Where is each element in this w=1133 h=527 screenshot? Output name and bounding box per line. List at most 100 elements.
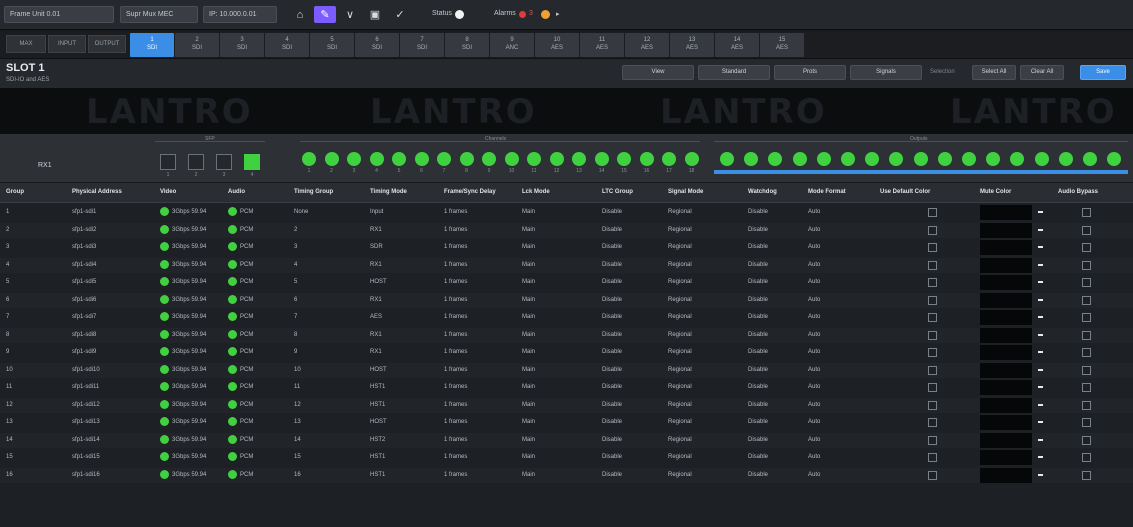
- table-row[interactable]: 11 sfp1-sdi11 3Gbps 59.94 PCM 11 HST1 1 frames…: [0, 380, 1133, 395]
- table-row[interactable]: 7 sfp1-sdi7 3Gbps 59.94 PCM 7 AES 1 frames Main…: [0, 310, 1133, 325]
- input-tab[interactable]: 8 SDI: [445, 33, 489, 57]
- use-default-color-checkbox[interactable]: [928, 435, 937, 445]
- mute-color-dropdown-icon[interactable]: [1038, 281, 1043, 283]
- mute-color-dropdown-icon[interactable]: [1038, 351, 1043, 353]
- input-tab[interactable]: 1 SDI: [130, 33, 174, 57]
- input-tab[interactable]: 6 SDI: [355, 33, 399, 57]
- column-header[interactable]: LTC Group: [602, 189, 633, 195]
- column-header[interactable]: Use Default Color: [880, 189, 930, 195]
- channel-status-indicator[interactable]: [414, 152, 429, 166]
- use-default-color-checkbox[interactable]: [928, 208, 937, 217]
- table-row[interactable]: 6 sfp1-sdi6 3Gbps 59.94 PCM 6 RX1 1 frames Main…: [0, 292, 1133, 308]
- wrench-icon[interactable]: ✓: [389, 6, 411, 23]
- view-button[interactable]: View: [622, 65, 694, 80]
- audio-bypass-checkbox[interactable]: [1082, 470, 1091, 480]
- ip-address-field[interactable]: IP: 10.000.0.01: [203, 6, 277, 23]
- max-button[interactable]: MAX: [6, 35, 46, 53]
- mute-color-swatch[interactable]: [980, 345, 1032, 360]
- table-row[interactable]: 9 sfp1-sdi9 3Gbps 59.94 PCM 9 RX1 1 frames Main…: [0, 345, 1133, 360]
- mute-color-dropdown-icon[interactable]: [1038, 246, 1043, 248]
- camera-icon[interactable]: ▣: [364, 6, 386, 23]
- mute-color-swatch[interactable]: [980, 362, 1032, 378]
- column-header[interactable]: Audio Bypass: [1058, 189, 1098, 195]
- channel-status-indicator[interactable]: [459, 152, 474, 166]
- use-default-color-checkbox[interactable]: [928, 295, 937, 305]
- select-all-button[interactable]: Select All: [972, 65, 1016, 80]
- audio-bypass-checkbox[interactable]: [1082, 383, 1091, 392]
- column-header[interactable]: Frame/Sync Delay: [444, 189, 496, 195]
- channel-status-indicator[interactable]: [639, 152, 654, 166]
- use-default-color-checkbox[interactable]: [928, 453, 937, 462]
- table-row[interactable]: 10 sfp1-sdi10 3Gbps 59.94 PCM 10 HOST 1 frames…: [0, 362, 1133, 378]
- mute-color-swatch[interactable]: [980, 432, 1032, 448]
- use-default-color-checkbox[interactable]: [928, 260, 937, 270]
- audio-bypass-checkbox[interactable]: [1082, 348, 1091, 357]
- input-tab[interactable]: 11 AES: [580, 33, 624, 57]
- table-row[interactable]: 4 sfp1-sdi4 3Gbps 59.94 PCM 4 RX1 1 frames Main…: [0, 257, 1133, 273]
- output-status-indicator[interactable]: [1083, 152, 1097, 166]
- column-header[interactable]: Signal Mode: [668, 189, 703, 195]
- input-tab[interactable]: 5 SDI: [310, 33, 354, 57]
- signals-button[interactable]: Signals: [850, 65, 922, 80]
- channel-status-indicator[interactable]: [527, 152, 541, 166]
- channel-status-indicator[interactable]: [392, 152, 406, 166]
- table-row[interactable]: 12 sfp1-sdi12 3Gbps 59.94 PCM 12 HST1 1 frames…: [0, 397, 1133, 413]
- output-status-indicator[interactable]: [720, 152, 734, 166]
- mute-color-swatch[interactable]: [980, 240, 1032, 255]
- channel-status-indicator[interactable]: [662, 152, 676, 166]
- mute-color-swatch[interactable]: [980, 275, 1032, 290]
- channel-status-indicator[interactable]: [594, 152, 609, 166]
- audio-bypass-checkbox[interactable]: [1082, 418, 1091, 427]
- column-header[interactable]: Group: [6, 189, 24, 195]
- column-header[interactable]: Timing Group: [294, 189, 333, 195]
- audio-bypass-checkbox[interactable]: [1082, 313, 1091, 322]
- mute-color-dropdown-icon[interactable]: [1038, 473, 1043, 476]
- mute-color-swatch[interactable]: [980, 292, 1032, 308]
- output-status-indicator[interactable]: [744, 152, 759, 166]
- input-tab[interactable]: 12 AES: [625, 33, 669, 57]
- use-default-color-checkbox[interactable]: [928, 365, 937, 375]
- use-default-color-checkbox[interactable]: [928, 400, 937, 410]
- column-header[interactable]: Lck Mode: [522, 189, 550, 195]
- standard-button[interactable]: Standard: [698, 65, 770, 80]
- output-status-indicator[interactable]: [889, 152, 904, 166]
- mute-color-dropdown-icon[interactable]: [1038, 263, 1043, 266]
- mute-color-swatch[interactable]: [980, 205, 1032, 220]
- audio-bypass-checkbox[interactable]: [1082, 453, 1091, 462]
- channel-status-indicator[interactable]: [549, 152, 564, 166]
- output-status-indicator[interactable]: [1034, 152, 1049, 166]
- mute-color-dropdown-icon[interactable]: [1038, 456, 1043, 458]
- warning-indicator[interactable]: [541, 10, 550, 19]
- input-tab[interactable]: 10 AES: [535, 33, 579, 57]
- use-default-color-checkbox[interactable]: [928, 330, 937, 340]
- output-button[interactable]: OUTPUT: [88, 35, 126, 53]
- mute-color-dropdown-icon[interactable]: [1038, 438, 1043, 441]
- input-tab[interactable]: 14 AES: [715, 33, 759, 57]
- audio-bypass-checkbox[interactable]: [1082, 225, 1091, 235]
- channel-status-indicator[interactable]: [347, 152, 361, 166]
- mute-color-swatch[interactable]: [980, 222, 1032, 238]
- mute-color-dropdown-icon[interactable]: [1038, 333, 1043, 336]
- table-row[interactable]: 5 sfp1-sdi5 3Gbps 59.94 PCM 5 HOST 1 frames Mai…: [0, 275, 1133, 290]
- sfp-port-icon[interactable]: [188, 154, 204, 170]
- use-default-color-checkbox[interactable]: [928, 225, 937, 235]
- use-default-color-checkbox[interactable]: [928, 348, 937, 357]
- mute-color-dropdown-icon[interactable]: [1038, 211, 1043, 213]
- sfp-port-icon[interactable]: [216, 154, 232, 170]
- filter-icon[interactable]: ∨: [339, 6, 361, 23]
- channel-status-indicator[interactable]: [324, 152, 339, 166]
- card-selector[interactable]: Supr Mux MEC: [120, 6, 198, 23]
- mute-color-dropdown-icon[interactable]: [1038, 386, 1043, 388]
- channel-status-indicator[interactable]: [369, 152, 384, 166]
- input-tab[interactable]: 7 SDI: [400, 33, 444, 57]
- audio-bypass-checkbox[interactable]: [1082, 260, 1091, 270]
- save-button[interactable]: Save: [1080, 65, 1126, 80]
- alarm-indicator[interactable]: [519, 11, 526, 18]
- output-status-indicator[interactable]: [986, 152, 1001, 166]
- use-default-color-checkbox[interactable]: [928, 243, 937, 252]
- output-status-indicator[interactable]: [841, 152, 855, 166]
- mute-color-swatch[interactable]: [980, 467, 1032, 483]
- input-tab[interactable]: 3 SDI: [220, 33, 264, 57]
- device-selector[interactable]: Frame Unit 0.01: [4, 6, 114, 23]
- mute-color-swatch[interactable]: [980, 310, 1032, 325]
